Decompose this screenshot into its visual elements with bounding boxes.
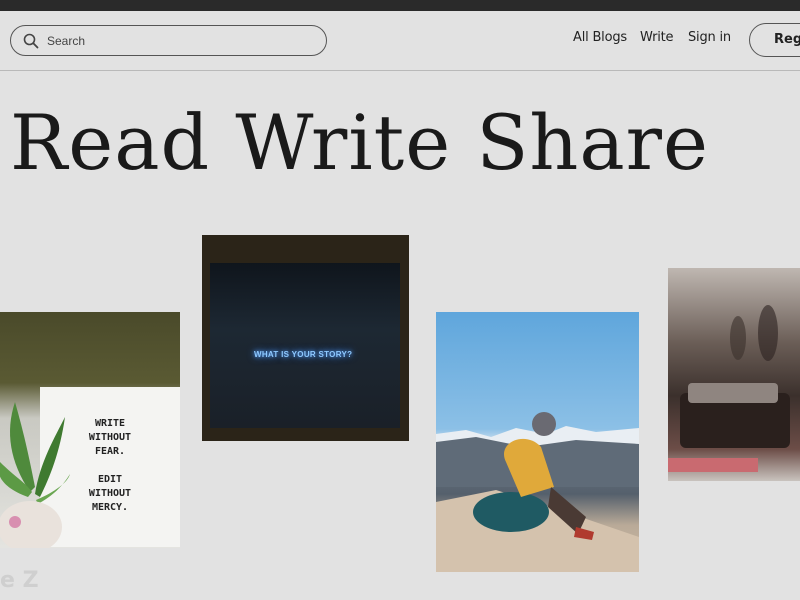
- search-bar[interactable]: [10, 25, 327, 56]
- card-image-typewriter[interactable]: [668, 268, 800, 481]
- typewriter-scene-illustration: [668, 305, 790, 472]
- register-button[interactable]: Regi: [749, 23, 800, 57]
- search-input[interactable]: [45, 32, 289, 49]
- card-image-write-without-fear[interactable]: WRITE WITHOUT FEAR. EDIT WITHOUT MERCY.: [0, 312, 180, 548]
- nav-link-write[interactable]: Write: [640, 30, 674, 45]
- search-icon: [23, 33, 39, 48]
- nav-link-sign-in[interactable]: Sign in: [688, 30, 731, 45]
- mountain-scene-illustration: [436, 412, 639, 572]
- window-top-bar: [0, 0, 800, 11]
- window-scene: [210, 263, 400, 428]
- card-image-neon-story[interactable]: WHAT IS YOUR STORY?: [202, 235, 409, 441]
- watermark-text: e Z: [0, 568, 39, 593]
- navbar: All Blogs Write Sign in Regi: [0, 11, 800, 71]
- nav-link-all-blogs[interactable]: All Blogs: [573, 30, 627, 45]
- hero-title: Read Write Share: [10, 98, 709, 187]
- succulent-plant-icon: [0, 402, 70, 548]
- card-image-mountain-writer[interactable]: [436, 312, 639, 572]
- neon-sign-text: WHAT IS YOUR STORY?: [254, 350, 353, 359]
